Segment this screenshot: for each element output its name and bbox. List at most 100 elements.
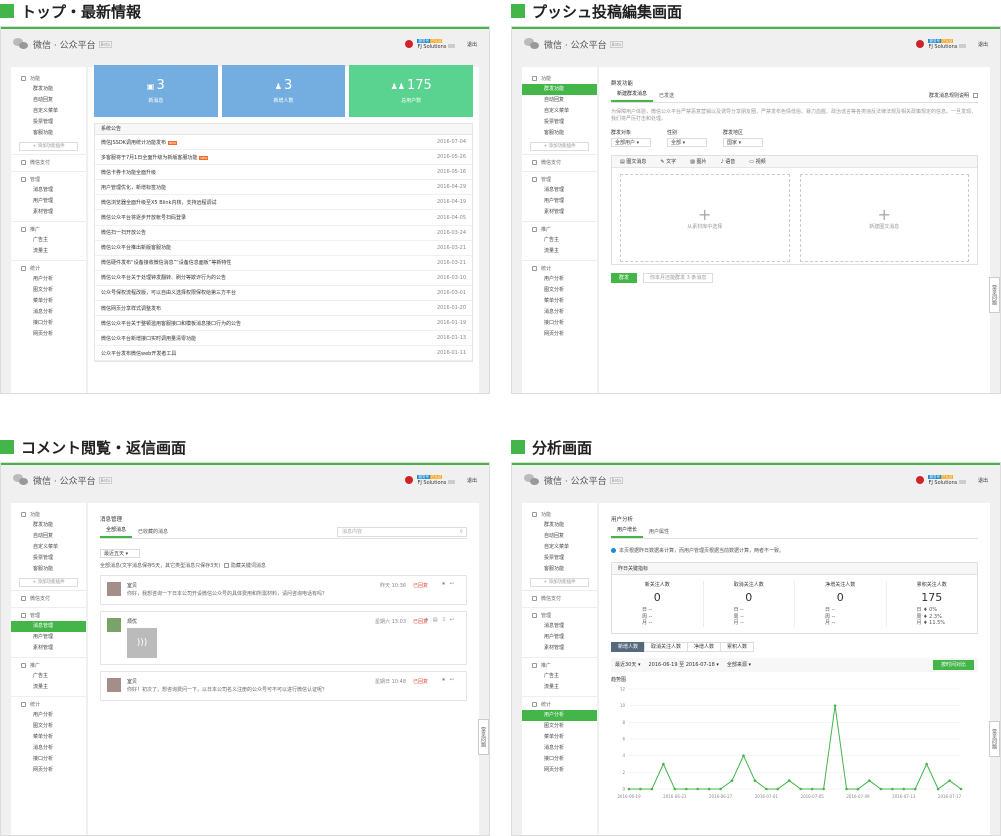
notice-item[interactable]: 公众平台发布微信web开发者工具 2016-01-11 <box>95 346 472 362</box>
sidebar-item[interactable]: 自动回复 <box>522 531 597 542</box>
sidebar-item[interactable]: 流量主 <box>11 246 86 257</box>
search-input[interactable]: 消息内容 ⚲ <box>337 527 467 537</box>
notice-item[interactable]: 微信JSSDK调用统计功能发布 NEW 2016-07-04 <box>95 135 472 151</box>
tab-new-broadcast[interactable]: 新建群发消息 <box>611 90 654 102</box>
sidebar-item[interactable]: 群发功能 <box>522 84 597 95</box>
sidebar-item[interactable]: 消息分析 <box>522 743 597 754</box>
sidebar-item[interactable]: 接口分析 <box>11 318 86 329</box>
star-icon[interactable]: ★ <box>441 677 449 683</box>
editor-tab-news[interactable]: ▤ 图文消息 <box>620 158 646 165</box>
editor-tab-voice[interactable]: ♪ 语音 <box>720 158 735 165</box>
avatar[interactable] <box>107 618 121 632</box>
tab-all-messages[interactable]: 全部消息 <box>100 526 133 538</box>
star-icon[interactable]: ★ <box>441 581 449 587</box>
sidebar-item[interactable]: 图文分析 <box>522 721 597 732</box>
sidebar-item[interactable]: 接口分析 <box>522 318 597 329</box>
voice-icon[interactable]: ))) <box>127 628 157 658</box>
sidebar-item[interactable]: 用户分析 <box>522 274 597 285</box>
sidebar-item[interactable]: 客服功能 <box>522 564 597 575</box>
tab-unfollows[interactable]: 取消关注人数 <box>644 641 689 652</box>
sidebar-item[interactable]: 接口分析 <box>522 754 597 765</box>
notice-item[interactable]: 微信卡券卡功能全面升级 2016-05-16 <box>95 165 472 181</box>
sidebar-item[interactable]: 网页分析 <box>522 765 597 776</box>
compare-button[interactable]: 按时间对比 <box>932 659 974 670</box>
date-range[interactable]: 2016-06-19 至 2016-07-18 ▾ <box>648 661 718 668</box>
feedback-button[interactable]: 常见问题 <box>989 277 1000 313</box>
notice-item[interactable]: 公众号保权流程改版，可以自由义选择权限保权给第三方平台 2016-03-01 <box>95 286 472 302</box>
sidebar-item[interactable]: 投票管理 <box>11 553 86 564</box>
sidebar-item[interactable]: 客服功能 <box>11 128 86 139</box>
editor-tab-text[interactable]: ✎ 文字 <box>660 158 676 165</box>
save-icon[interactable]: ▤ <box>433 617 442 623</box>
sidebar-item[interactable]: 消息管理 <box>522 185 597 196</box>
sidebar-item[interactable]: 自动回复 <box>522 95 597 106</box>
reply-icon[interactable]: ↩ <box>450 581 458 587</box>
notice-item[interactable]: 微信浏览器全面升级至X5 Blink内核，支持远程调试 2016-04-19 <box>95 195 472 211</box>
logout-link[interactable]: 退出 <box>978 477 988 484</box>
sidebar-item[interactable]: 流量主 <box>522 246 597 257</box>
sidebar-item[interactable]: 广告主 <box>11 671 86 682</box>
create-news[interactable]: + 新建图文消息 <box>799 174 969 262</box>
sidebar-item[interactable]: 网页分析 <box>522 329 597 340</box>
sidebar-item[interactable]: 客服功能 <box>11 564 86 575</box>
editor-tab-image[interactable]: ▨ 图片 <box>690 158 706 165</box>
stat-new-messages[interactable]: ▣ 3 新消息 <box>94 65 218 117</box>
notice-item[interactable]: 微信公众平台新增接口实时调用量清零功能 2016-01-13 <box>95 331 472 347</box>
notice-item[interactable]: 微信公众平台关于处理钟发翻转、刷分等欺诈行为的公告 2016-03-10 <box>95 271 472 286</box>
sidebar-item[interactable]: 菜单分析 <box>11 732 86 743</box>
sidebar-item[interactable]: 用户管理 <box>522 632 597 643</box>
logout-link[interactable]: 退出 <box>467 477 477 484</box>
sidebar-item[interactable]: 群发功能 <box>522 520 597 531</box>
sidebar-item[interactable]: 用户管理 <box>11 196 86 207</box>
notice-item[interactable]: 用户管理优化，新增标签功能 2016-04-29 <box>95 180 472 196</box>
reply-icon[interactable]: ↩ <box>450 617 458 623</box>
avatar[interactable] <box>916 476 925 484</box>
avatar[interactable] <box>107 582 121 596</box>
stat-new-followers[interactable]: ♟ 3 新增人数 <box>221 65 346 117</box>
notice-item[interactable]: 多客服将于7月1日全面升级为新版客服功能 NEW 2016-05-26 <box>95 150 472 166</box>
star-icon[interactable]: ★ <box>424 617 432 623</box>
sidebar-item[interactable]: 菜单分析 <box>522 732 597 743</box>
message-item[interactable]: 室贝 你好，我想咨询一下日本公司开设微信公众号的具体费用和所需材料，请问咨询电话有… <box>100 575 467 605</box>
range-select[interactable]: 最近30天 ▾ <box>615 661 640 668</box>
sidebar-item[interactable]: 图文分析 <box>11 721 86 732</box>
sidebar-item[interactable]: 群发功能 <box>11 520 86 531</box>
feedback-button[interactable]: 常见问题 <box>989 721 1000 757</box>
sidebar-item[interactable]: 素材管理 <box>11 643 86 654</box>
sidebar-item[interactable]: 用户分析 <box>11 710 86 721</box>
stat-total-users[interactable]: ♟♟ 175 总用户数 <box>349 65 474 117</box>
tab-sent[interactable]: 已发送 <box>653 92 680 102</box>
tab-new-followers[interactable]: 新增人数 <box>611 641 646 652</box>
tab-user-growth[interactable]: 用户增长 <box>611 526 644 538</box>
notice-item[interactable]: 微信扫一扫开放公告 2016-03-24 <box>95 226 472 241</box>
sidebar-item[interactable]: 图文分析 <box>11 285 86 296</box>
sidebar-item[interactable]: 素材管理 <box>522 207 597 218</box>
sidebar-item[interactable]: 用户分析 <box>522 710 597 721</box>
sidebar-item[interactable]: 自动回复 <box>11 531 86 542</box>
sidebar-item[interactable]: 消息管理 <box>11 185 86 196</box>
notice-item[interactable]: 微信公众平台关于整顿滥用客服接口和模板消息接口行为的公告 2016-01-19 <box>95 316 472 332</box>
sidebar-item[interactable]: 投票管理 <box>522 117 597 128</box>
sidebar-item[interactable]: 投票管理 <box>11 117 86 128</box>
message-item[interactable]: 室贝 你好！初次了，想咨询费问一下，以日本公司名义注册的公众号可不可以进行微信认证… <box>100 671 467 701</box>
sidebar-item[interactable]: 用户管理 <box>11 632 86 643</box>
tab-cumulative[interactable]: 累积人数 <box>720 641 755 652</box>
add-plugin-button[interactable]: + 添加功能插件 <box>19 142 78 151</box>
sidebar-item[interactable]: 消息分析 <box>11 307 86 318</box>
feedback-button[interactable]: 常见问题 <box>478 719 489 755</box>
add-plugin-button[interactable]: + 添加功能插件 <box>19 578 78 587</box>
sidebar-item[interactable]: 消息分析 <box>522 307 597 318</box>
reply-icon[interactable]: ↩ <box>450 677 458 683</box>
add-plugin-button[interactable]: + 添加功能插件 <box>530 142 589 151</box>
range-select[interactable]: 最近五天 ▾ <box>100 549 140 558</box>
sidebar-item[interactable]: 菜单分析 <box>522 296 597 307</box>
avatar[interactable] <box>405 476 414 484</box>
sidebar-item[interactable]: 广告主 <box>522 671 597 682</box>
sidebar-item[interactable]: 素材管理 <box>522 643 597 654</box>
sidebar-item[interactable]: 广告主 <box>11 235 86 246</box>
sidebar-item[interactable]: 群发功能 <box>11 84 86 95</box>
notice-item[interactable]: 微信网页分享样式调整发布 2016-01-20 <box>95 301 472 317</box>
gender-select[interactable]: 全部 ▾ <box>667 138 707 147</box>
hide-keyword-checkbox[interactable] <box>224 563 230 568</box>
logout-link[interactable]: 退出 <box>467 41 477 48</box>
